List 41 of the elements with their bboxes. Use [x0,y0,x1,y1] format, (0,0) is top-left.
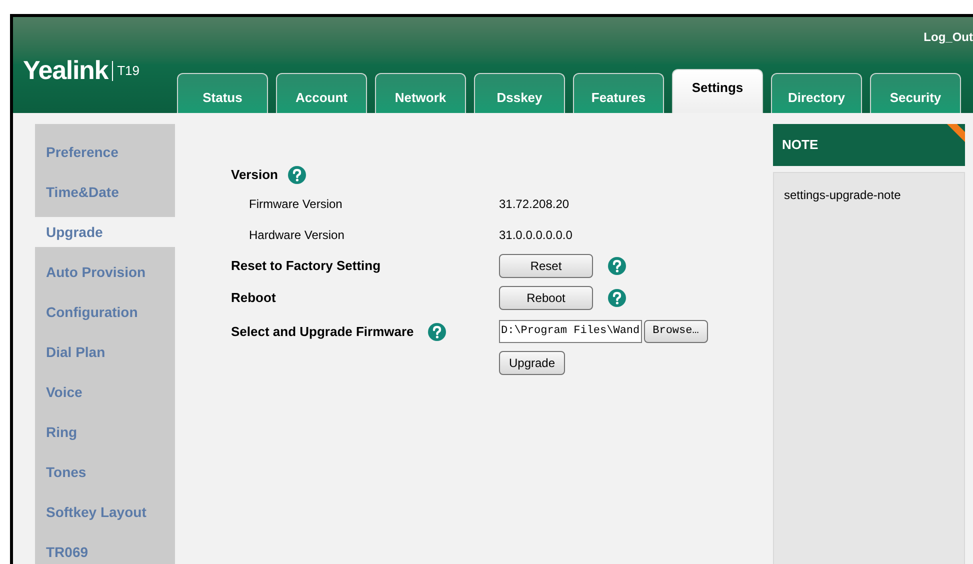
logout-link[interactable]: Log_Out [924,28,973,46]
field-label: Firmware Version [249,196,342,210]
nav-tab[interactable]: Directory [771,73,862,113]
help-icon[interactable] [608,289,626,307]
sidebar-item[interactable]: Dial Plan [35,337,175,367]
field-label: Select and Upgrade Firmware [231,323,414,342]
sidebar-item[interactable]: Configuration [35,297,175,327]
nav-tab[interactable]: Settings [672,69,763,113]
note-text: settings-upgrade-note [784,188,901,202]
sidebar-item[interactable]: Ring [35,417,175,447]
sidebar-item[interactable]: Tones [35,457,175,487]
field-value: 31.72.208.20 [499,196,570,212]
nav-tab[interactable]: Account [276,73,367,113]
browse-button[interactable]: Browse… [644,320,708,343]
sidebar-item[interactable]: Voice [35,377,175,407]
help-icon[interactable] [608,257,626,275]
action-button[interactable]: Reset [499,254,593,278]
sidebar-item[interactable]: Auto Provision [35,257,175,287]
model-label: T19 [117,62,140,80]
field-label: Hardware Version [249,228,344,242]
nav-tab[interactable]: Dsskey [474,73,565,113]
field-label: Version [231,166,278,184]
file-path-field[interactable]: D:\Program Files\Wand [499,320,642,343]
corner-fold-icon [947,124,965,142]
sidebar-item[interactable]: Preference [35,137,175,167]
field-label: Reboot [231,290,276,305]
logo: Yealink [23,54,108,87]
sidebar-item[interactable]: Softkey Layout [35,497,175,527]
field-value: 31.0.0.0.0.0.0 [499,226,572,244]
help-icon[interactable] [428,323,446,341]
nav-tab[interactable]: Features [573,73,664,113]
help-icon[interactable] [288,166,306,184]
sidebar-item[interactable]: Time&Date [35,177,175,207]
action-button[interactable]: Upgrade [499,351,565,375]
action-button[interactable]: Reboot [499,286,593,310]
field-label: Reset to Factory Setting [231,258,381,273]
nav-tab[interactable]: Status [177,73,268,113]
note-title: NOTE [782,136,818,154]
nav-tab[interactable]: Network [375,73,466,113]
sidebar-item[interactable]: TR069 [35,537,175,564]
nav-tab[interactable]: Security [870,73,961,113]
